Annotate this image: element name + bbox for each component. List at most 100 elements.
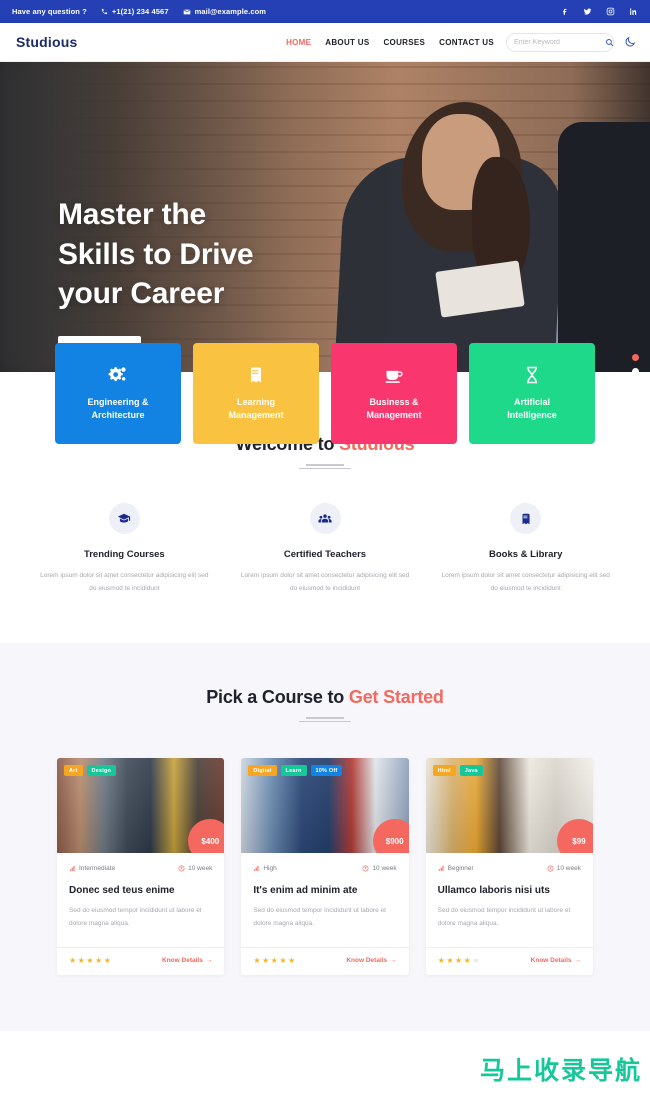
course-footer: ★ ★ ★ ★ ★ Know Details →: [57, 947, 225, 975]
feature-title: Trending Courses: [83, 549, 165, 560]
arrow-right-icon: →: [390, 957, 397, 965]
search-icon[interactable]: [605, 38, 614, 47]
star-icon: ★: [103, 956, 111, 966]
category-label-line1: Learning: [236, 396, 275, 407]
course-footer: ★ ★ ★ ★ ★ Know Details →: [241, 947, 409, 975]
category-label-line2: Architecture: [91, 410, 145, 420]
course-level: Beginner: [438, 865, 474, 872]
signal-bars-icon: [69, 865, 76, 872]
course-card[interactable]: Html Java $99 Beginner 10 week Ullamco l…: [425, 758, 593, 976]
course-meta: Intermediate 10 week: [69, 865, 212, 872]
courses-heading-plain: Pick a Course to: [206, 687, 349, 708]
hourglass-icon: [522, 365, 542, 385]
course-tag[interactable]: Design: [86, 765, 117, 777]
course-grid: Art Design $400 Intermediate 10 week Don…: [0, 758, 650, 976]
course-tags: Digital Learn 10% Off: [248, 765, 343, 777]
course-rating: ★ ★ ★ ★ ★: [69, 956, 111, 965]
users-icon: [309, 503, 341, 534]
course-tags: Art Design: [64, 765, 117, 777]
site-watermark: 马上收录导航: [479, 1056, 642, 1085]
site-logo[interactable]: Studious: [16, 34, 77, 50]
category-card-ai[interactable]: Artificial Intelligence: [469, 343, 595, 444]
course-title[interactable]: Donec sed teus enime: [69, 885, 212, 896]
course-footer: ★ ★ ★ ★ ★ Know Details →: [425, 947, 593, 975]
course-media: Digital Learn 10% Off $900: [241, 758, 409, 854]
facebook-icon[interactable]: [560, 7, 569, 16]
clock-icon: [547, 865, 554, 872]
course-description: Sed do eiusmod tempor incididunt ut labo…: [69, 907, 202, 927]
search-input[interactable]: [514, 38, 605, 46]
course-tag[interactable]: Java: [459, 765, 483, 777]
course-title[interactable]: Ullamco laboris nisi uts: [438, 885, 581, 896]
course-duration: 10 week: [362, 865, 397, 872]
feature-books-library: Books & Library Lorem ipsum dolor sit am…: [425, 503, 626, 595]
category-label-line2: Management: [366, 410, 422, 420]
category-cards: Engineering & Architecture Learning Mana…: [0, 343, 650, 444]
top-bar: Have any question ? +1(21) 234 4567 mail…: [0, 0, 650, 23]
welcome-divider: [299, 464, 351, 469]
coffee-cup-icon: [384, 365, 404, 385]
category-card-business[interactable]: Business & Management: [331, 343, 457, 444]
star-icon: ★: [253, 956, 261, 966]
courses-divider: [299, 717, 351, 723]
nav-item-home[interactable]: HOME: [286, 38, 311, 47]
know-details-label: Know Details: [162, 957, 203, 965]
search-box[interactable]: [506, 32, 614, 52]
course-title[interactable]: It's enim ad minim ate: [253, 885, 396, 896]
category-card-learning[interactable]: Learning Management: [193, 343, 319, 444]
category-label-line1: Artificial: [513, 396, 550, 407]
dark-mode-toggle[interactable]: [624, 36, 636, 48]
email-text: mail@example.com: [194, 7, 267, 16]
star-icon: ★: [95, 956, 103, 966]
course-description: Sed do eiusmod tempor incididunt ut labo…: [253, 907, 386, 927]
nav-item-contact-us[interactable]: CONTACT US: [439, 38, 494, 47]
feature-description: Lorem ipsum dolor sit amet consectetur a…: [40, 572, 209, 592]
gears-icon: [108, 365, 128, 385]
know-details-link[interactable]: Know Details →: [162, 957, 212, 964]
star-icon: ★: [77, 956, 85, 966]
course-level-label: Beginner: [447, 865, 474, 873]
feature-list: Trending Courses Lorem ipsum dolor sit a…: [0, 503, 650, 595]
course-tag[interactable]: Learn: [280, 765, 307, 777]
star-icon: ★: [472, 956, 480, 966]
signal-bars-icon: [438, 865, 445, 872]
hero-banner: Master the Skills to Drive your Career K…: [0, 62, 650, 372]
category-label-line2: Management: [228, 410, 284, 420]
course-level-label: High: [263, 865, 277, 873]
course-card[interactable]: Digital Learn 10% Off $900 High 10 week: [241, 758, 409, 976]
nav-item-courses[interactable]: COURSES: [383, 38, 425, 47]
book-open-icon: [510, 503, 542, 534]
instagram-icon[interactable]: [606, 7, 615, 16]
hero-content: Master the Skills to Drive your Career K…: [58, 195, 254, 359]
top-bar-phone[interactable]: +1(21) 234 4567: [101, 7, 169, 16]
star-icon: ★: [437, 956, 445, 966]
category-label-line2: Intelligence: [507, 410, 557, 420]
course-duration: 10 week: [178, 865, 212, 872]
nav-links: HOME ABOUT US COURSES CONTACT US: [286, 38, 494, 47]
star-icon: ★: [270, 956, 278, 966]
feature-title: Books & Library: [488, 549, 563, 560]
course-card[interactable]: Art Design $400 Intermediate 10 week Don…: [57, 758, 225, 976]
courses-heading-accent: Get Started: [348, 687, 444, 708]
course-tag[interactable]: 10% Off: [310, 765, 343, 777]
arrow-right-icon: →: [574, 957, 581, 965]
category-label-ai: Artificial Intelligence: [507, 396, 557, 423]
linkedin-icon[interactable]: [629, 7, 638, 16]
course-duration-label: 10 week: [188, 865, 213, 873]
category-card-engineering[interactable]: Engineering & Architecture: [55, 343, 181, 444]
course-tag[interactable]: Art: [64, 765, 83, 777]
course-tag[interactable]: Digital: [248, 765, 277, 777]
top-bar-email[interactable]: mail@example.com: [183, 7, 266, 16]
star-icon: ★: [262, 956, 270, 966]
course-body: High 10 week It's enim ad minim ate Sed …: [241, 853, 408, 930]
know-details-link[interactable]: Know Details →: [531, 957, 581, 964]
twitter-icon[interactable]: [583, 7, 592, 16]
mail-icon: [183, 8, 191, 16]
know-details-link[interactable]: Know Details →: [346, 957, 396, 964]
course-body: Intermediate 10 week Donec sed teus enim…: [57, 853, 224, 930]
nav-item-about-us[interactable]: ABOUT US: [325, 38, 369, 47]
clock-icon: [178, 865, 185, 872]
phone-text: +1(21) 234 4567: [111, 7, 169, 16]
star-icon: ★: [86, 956, 94, 966]
course-tag[interactable]: Html: [432, 765, 456, 777]
